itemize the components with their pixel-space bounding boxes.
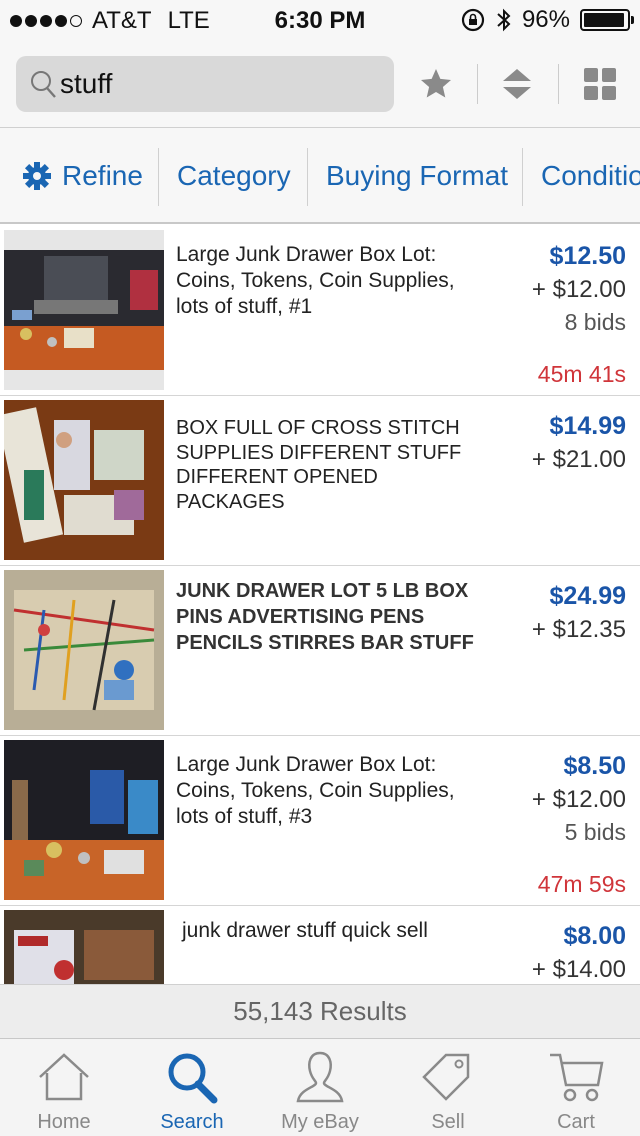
tab-home-label: Home <box>37 1111 91 1133</box>
tab-bar: Home Search My eBay Sell Cart <box>0 1038 640 1136</box>
listing-row[interactable]: Large Junk Drawer Box Lot: Coins, Tokens… <box>0 736 640 906</box>
person-icon <box>296 1051 344 1103</box>
sort-icon <box>503 69 531 99</box>
listing-thumbnail <box>4 400 164 560</box>
tab-home[interactable]: Home <box>0 1039 128 1136</box>
save-search-button[interactable] <box>410 60 462 108</box>
condition-filter[interactable]: Conditio <box>541 148 640 204</box>
filter-bar: Refine Category Buying Format Conditio <box>0 128 640 224</box>
listing-shipping: + $12.00 <box>531 786 626 813</box>
results-list: Large Junk Drawer Box Lot: Coins, Tokens… <box>0 226 640 984</box>
star-icon <box>421 69 451 98</box>
listing-price: $14.99 <box>549 412 626 440</box>
cart-icon <box>550 1053 604 1102</box>
listing-row[interactable]: junk drawer stuff quick sell $8.00 + $14… <box>0 906 640 984</box>
search-input[interactable]: stuff <box>16 56 394 112</box>
tab-search[interactable]: Search <box>128 1039 256 1136</box>
listing-time-left: 47m 59s <box>537 871 626 897</box>
listing-title: Large Junk Drawer Box Lot: Coins, Tokens… <box>176 753 455 828</box>
battery-percent: 96% <box>521 6 570 33</box>
listing-shipping: + $14.00 <box>531 956 626 983</box>
tab-sell[interactable]: Sell <box>384 1039 512 1136</box>
rotation-lock-icon <box>461 8 485 32</box>
tab-cart-label: Cart <box>557 1111 595 1133</box>
tab-sell-label: Sell <box>431 1111 465 1133</box>
listing-title: JUNK DRAWER LOT 5 LB BOX PINS ADVERTISIN… <box>176 580 474 654</box>
results-count: 55,143 Results <box>0 984 640 1038</box>
search-icon <box>31 71 56 98</box>
listing-bids: 5 bids <box>564 819 626 845</box>
search-header: stuff <box>0 40 640 128</box>
status-bar: AT&T LTE 6:30 PM 96% <box>0 0 640 40</box>
listing-price: $24.99 <box>549 582 626 610</box>
listing-title: BOX FULL OF CROSS STITCH SUPPLIES DIFFER… <box>176 417 462 513</box>
tab-cart[interactable]: Cart <box>512 1039 640 1136</box>
listing-title: Large Junk Drawer Box Lot: Coins, Tokens… <box>176 243 455 318</box>
search-query: stuff <box>60 68 113 99</box>
listing-shipping: + $12.35 <box>531 616 626 643</box>
listing-thumbnail <box>4 740 164 900</box>
tab-my-ebay[interactable]: My eBay <box>256 1039 384 1136</box>
tag-icon <box>422 1053 470 1101</box>
tab-search-label: Search <box>160 1111 224 1133</box>
listing-thumbnail <box>4 570 164 730</box>
listing-bids: 8 bids <box>564 309 626 335</box>
listing-thumbnail <box>4 910 164 984</box>
buying-format-filter[interactable]: Buying Format <box>326 148 508 204</box>
gear-icon <box>23 162 51 190</box>
grid-icon <box>584 68 616 100</box>
listing-shipping: + $12.00 <box>531 276 626 303</box>
battery-icon <box>580 9 634 31</box>
home-icon <box>39 1053 89 1101</box>
search-icon <box>168 1053 218 1104</box>
view-toggle-button[interactable] <box>574 60 626 108</box>
tab-my-ebay-label: My eBay <box>281 1111 359 1133</box>
refine-button[interactable]: Refine <box>22 148 143 204</box>
category-filter[interactable]: Category <box>177 148 291 204</box>
sort-button[interactable] <box>491 60 543 108</box>
category-label: Category <box>177 160 291 191</box>
refine-label: Refine <box>62 160 143 191</box>
listing-row[interactable]: JUNK DRAWER LOT 5 LB BOX PINS ADVERTISIN… <box>0 566 640 736</box>
listing-row[interactable]: Large Junk Drawer Box Lot: Coins, Tokens… <box>0 226 640 396</box>
listing-time-left: 45m 41s <box>537 361 626 387</box>
listing-row[interactable]: BOX FULL OF CROSS STITCH SUPPLIES DIFFER… <box>0 396 640 566</box>
listing-thumbnail <box>4 230 164 390</box>
listing-title: junk drawer stuff quick sell <box>182 919 428 942</box>
buying-format-label: Buying Format <box>326 160 509 191</box>
listing-shipping: + $21.00 <box>531 446 626 473</box>
bluetooth-icon <box>497 8 511 32</box>
condition-label: Conditio <box>541 160 640 191</box>
listing-price: $12.50 <box>549 242 626 270</box>
listing-price: $8.50 <box>563 752 626 780</box>
listing-price: $8.00 <box>563 922 626 950</box>
